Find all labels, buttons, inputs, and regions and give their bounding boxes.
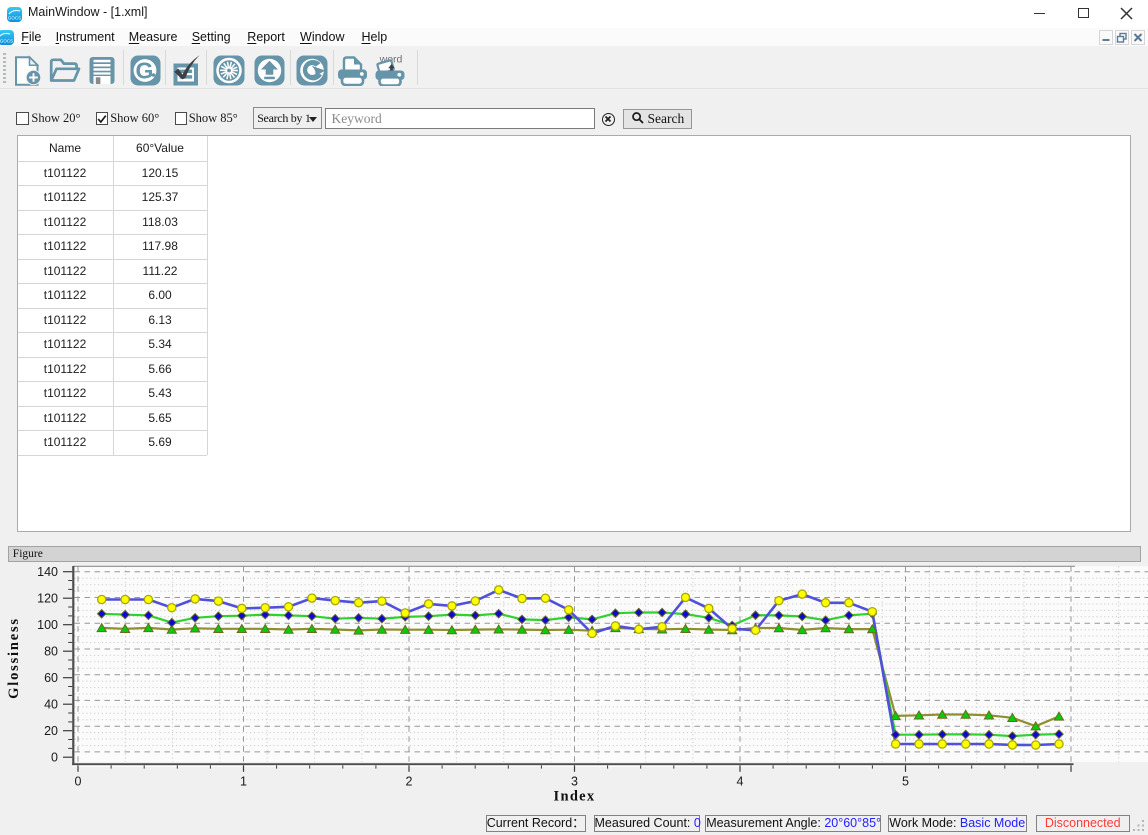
svg-text:20: 20 (44, 724, 58, 738)
svg-text:40: 40 (44, 697, 58, 711)
svg-text:0: 0 (75, 775, 82, 789)
svg-text:120: 120 (37, 591, 58, 605)
svg-text:Glossiness: Glossiness (6, 617, 22, 699)
svg-text:5: 5 (902, 775, 909, 789)
svg-text:4: 4 (737, 775, 744, 789)
svg-text:1: 1 (240, 775, 247, 789)
svg-text:100: 100 (37, 618, 58, 632)
svg-text:G: G (135, 57, 153, 83)
svg-text:60: 60 (44, 671, 58, 685)
svg-text:140: 140 (37, 565, 58, 579)
svg-text:0: 0 (51, 750, 58, 764)
svg-text:2: 2 (406, 775, 413, 789)
svg-text:Index: Index (554, 789, 596, 805)
svg-text:GOCS: GOCS (0, 39, 13, 44)
svg-text:GOCS: GOCS (8, 15, 21, 20)
svg-text:3: 3 (571, 775, 578, 789)
svg-text:80: 80 (44, 644, 58, 658)
